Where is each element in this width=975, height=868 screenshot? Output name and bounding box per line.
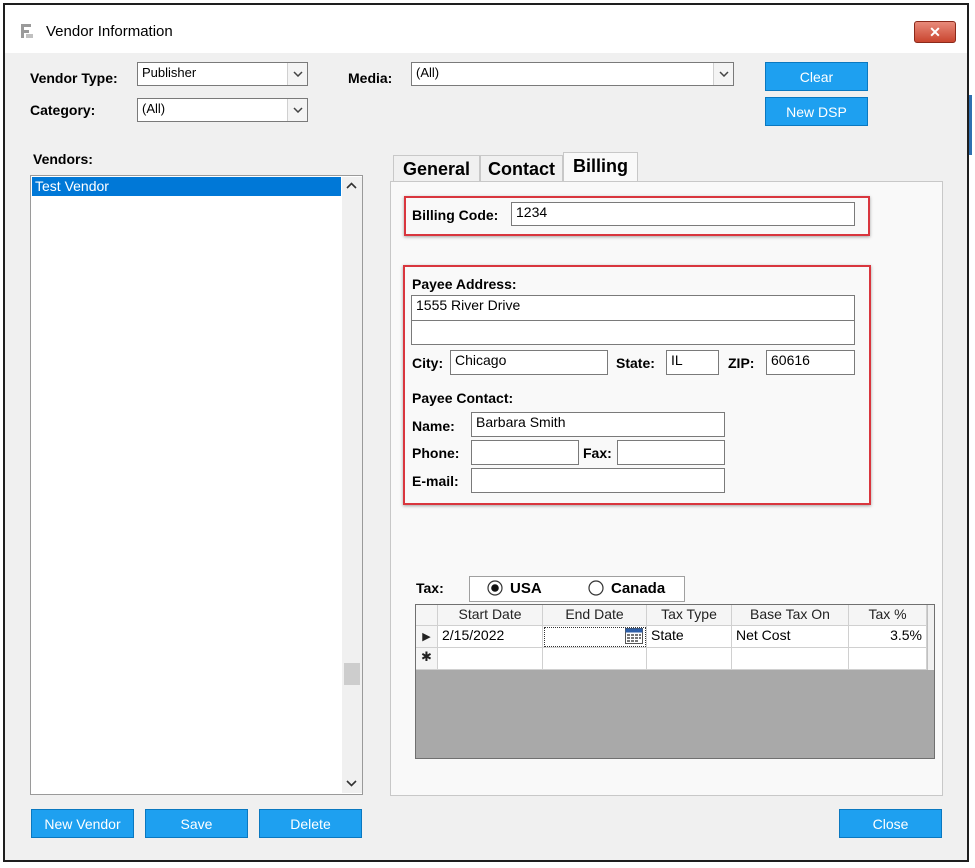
new-row-cell[interactable] — [647, 648, 732, 670]
new-row-cell[interactable] — [543, 648, 647, 670]
billing-code-label: Billing Code: — [412, 207, 499, 223]
city-input[interactable]: Chicago — [450, 350, 608, 375]
new-row-cell[interactable] — [732, 648, 849, 670]
column-header-tax-type[interactable]: Tax Type — [647, 605, 732, 626]
billing-code-input[interactable]: 1234 — [511, 202, 855, 226]
app-icon — [19, 23, 35, 39]
media-dropdown[interactable]: (All) — [411, 62, 734, 86]
clear-button[interactable]: Clear — [765, 62, 868, 91]
fax-label: Fax: — [583, 445, 612, 461]
row-indicator-current[interactable]: ▶ — [416, 626, 438, 648]
payee-contact-label: Payee Contact: — [412, 390, 514, 406]
cell-tax-type[interactable]: State — [647, 626, 732, 648]
window-close-button[interactable]: ✕ — [914, 21, 956, 43]
row-indicator-new[interactable]: ✱ — [416, 648, 438, 670]
phone-label: Phone: — [412, 445, 460, 461]
media-value: (All) — [416, 65, 440, 80]
new-row-cell[interactable] — [849, 648, 927, 670]
category-label: Category: — [30, 102, 96, 118]
category-dropdown[interactable]: (All) — [137, 98, 308, 122]
media-label: Media: — [348, 70, 393, 86]
name-input[interactable]: Barbara Smith — [471, 412, 725, 437]
tab-general[interactable]: General — [393, 155, 480, 182]
radio-canada-label: Canada — [611, 580, 666, 597]
phone-input[interactable] — [471, 440, 579, 465]
tax-grid[interactable]: Start Date End Date Tax Type Base Tax On… — [415, 604, 935, 759]
column-header-base-tax-on[interactable]: Base Tax On — [732, 605, 849, 626]
new-dsp-button[interactable]: New DSP — [765, 97, 868, 126]
cell-base-tax-on[interactable]: Net Cost — [732, 626, 849, 648]
vendors-label: Vendors: — [33, 151, 93, 167]
chevron-down-icon[interactable] — [713, 63, 733, 85]
radio-usa[interactable] — [487, 580, 503, 596]
vendor-type-value: Publisher — [142, 65, 197, 80]
new-row-cell[interactable] — [438, 648, 543, 670]
scrollbar-thumb[interactable] — [344, 663, 360, 685]
zip-input[interactable]: 60616 — [766, 350, 855, 375]
vendor-type-label: Vendor Type: — [30, 70, 118, 86]
vendors-list[interactable]: Test Vendor — [30, 175, 363, 795]
fax-input[interactable] — [617, 440, 725, 465]
chevron-down-icon[interactable] — [287, 63, 307, 85]
tab-contact[interactable]: Contact — [480, 155, 563, 182]
category-value: (All) — [142, 101, 166, 116]
state-label: State: — [616, 355, 655, 371]
grid-edge — [927, 605, 934, 670]
email-input[interactable] — [471, 468, 725, 493]
new-vendor-button[interactable]: New Vendor — [31, 809, 134, 838]
vendor-list-item[interactable]: Test Vendor — [32, 177, 341, 196]
vendor-type-dropdown[interactable]: Publisher — [137, 62, 308, 86]
address-line1-input[interactable]: 1555 River Drive — [411, 295, 855, 321]
chevron-down-icon[interactable] — [287, 99, 307, 121]
background-window-edge — [969, 95, 972, 155]
payee-address-label: Payee Address: — [412, 276, 517, 292]
calendar-icon[interactable] — [625, 628, 643, 644]
cell-start-date[interactable]: 2/15/2022 — [438, 626, 543, 648]
column-header-end-date[interactable]: End Date — [543, 605, 647, 626]
save-button[interactable]: Save — [145, 809, 248, 838]
delete-button[interactable]: Delete — [259, 809, 362, 838]
cell-end-date[interactable] — [543, 626, 647, 648]
grid-corner — [416, 605, 438, 626]
name-label: Name: — [412, 418, 455, 434]
radio-canada[interactable] — [588, 580, 604, 596]
address-line2-input[interactable] — [411, 320, 855, 345]
window-title: Vendor Information — [46, 23, 173, 40]
column-header-start-date[interactable]: Start Date — [438, 605, 543, 626]
zip-label: ZIP: — [728, 355, 755, 371]
column-header-tax-pct[interactable]: Tax % — [849, 605, 927, 626]
city-label: City: — [412, 355, 444, 371]
cell-tax-pct[interactable]: 3.5% — [849, 626, 927, 648]
vendors-scrollbar[interactable] — [342, 177, 362, 793]
close-button[interactable]: Close — [839, 809, 942, 838]
radio-usa-label: USA — [510, 580, 542, 597]
tax-label: Tax: — [416, 580, 444, 596]
state-input[interactable]: IL — [666, 350, 719, 375]
tab-billing[interactable]: Billing — [563, 152, 638, 182]
email-label: E-mail: — [412, 473, 459, 489]
scroll-up-icon[interactable] — [346, 182, 357, 189]
close-icon: ✕ — [929, 24, 941, 40]
scroll-down-icon[interactable] — [346, 780, 357, 787]
